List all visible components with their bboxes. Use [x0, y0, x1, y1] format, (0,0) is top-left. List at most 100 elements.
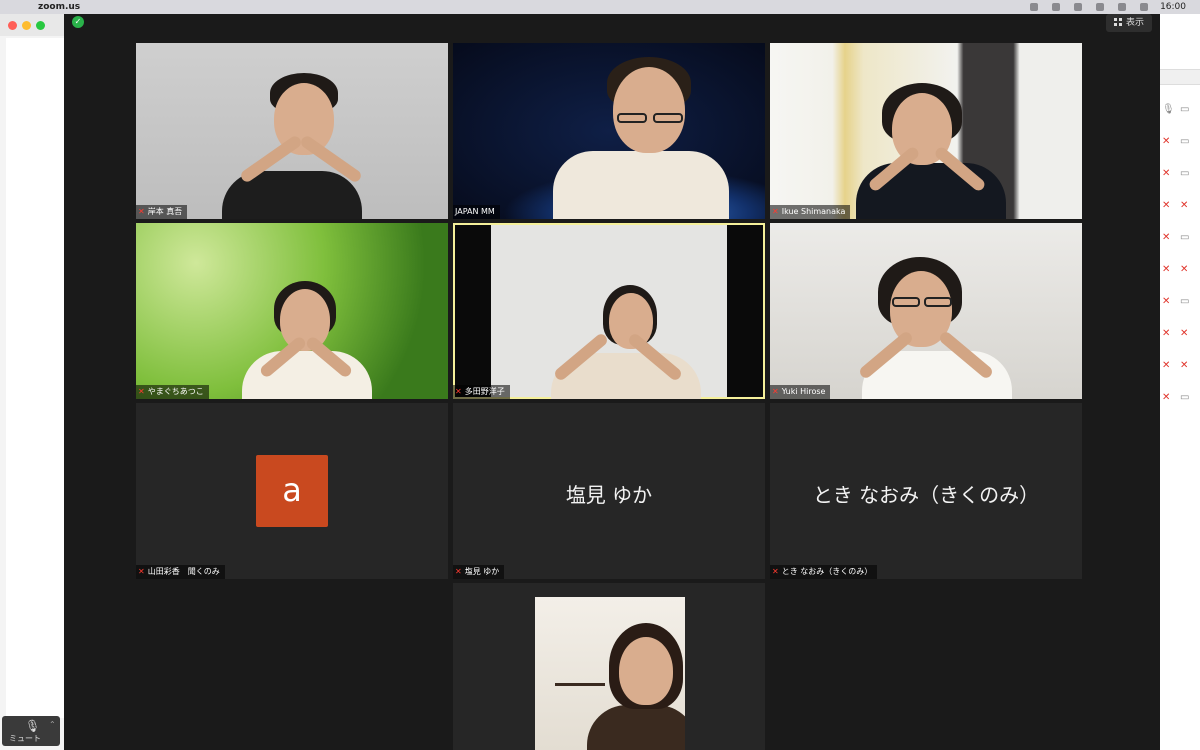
- mic-muted-icon: ✕: [455, 387, 462, 396]
- participant-name-tag: ✕ 岸本 真吾: [136, 205, 188, 219]
- security-shield-icon[interactable]: ✓: [72, 16, 84, 28]
- participant-name: 岸本 真吾: [147, 207, 183, 216]
- close-window-button[interactable]: [8, 21, 17, 30]
- camera-icon: ▭: [1180, 168, 1190, 179]
- name-only-tile[interactable]: とき なおみ（きくのみ） ✕ とき なおみ（きくのみ）: [770, 403, 1082, 579]
- view-button[interactable]: 表示: [1105, 14, 1152, 32]
- participant-video: [136, 43, 448, 219]
- camera-icon: ▭: [1180, 296, 1190, 307]
- mic-muted-icon: ✕: [138, 207, 145, 216]
- status-icon[interactable]: [1074, 3, 1082, 11]
- participant-name: 塩見 ゆか: [464, 567, 500, 576]
- name-only-tile[interactable]: 塩見 ゆか ✕ 塩見 ゆか: [453, 403, 765, 579]
- camera-icon: ▭: [1180, 104, 1190, 115]
- microphone-muted-icon: ✕: [1162, 232, 1171, 243]
- microphone-muted-icon: ✕: [1162, 200, 1171, 211]
- participant-row[interactable]: ✕ ▭: [1160, 292, 1200, 312]
- mic-muted-icon: ✕: [138, 567, 145, 576]
- participants-search-bar[interactable]: [1160, 69, 1200, 85]
- mic-muted-icon: ✕: [772, 567, 779, 576]
- status-icon[interactable]: [1118, 3, 1126, 11]
- grid-icon: [1113, 18, 1122, 26]
- participant-row[interactable]: ✕ ✕: [1160, 196, 1200, 216]
- participants-panel: 🎙 ▭ ✕ ▭ ✕ ▭ ✕ ✕ ✕ ▭ ✕ ✕ ✕ ▭ ✕ ✕ ✕ ✕ ✕ ▭: [1160, 14, 1200, 750]
- participant-row[interactable]: ✕ ✕: [1160, 356, 1200, 376]
- participant-name: JAPAN MM: [455, 207, 495, 216]
- microphone-muted-icon: ✕: [1162, 136, 1171, 147]
- display-name: 塩見 ゆか: [565, 483, 653, 507]
- video-tile[interactable]: ✕ やまぐちあつこ: [136, 223, 448, 399]
- participant-row[interactable]: ✕ ▭: [1160, 228, 1200, 248]
- participant-name-tag: JAPAN MM: [453, 205, 500, 219]
- side-panel: [6, 38, 65, 718]
- participant-name-tag: ✕ とき なおみ（きくのみ）: [770, 565, 878, 579]
- zoom-window-button[interactable]: [36, 21, 45, 30]
- participant-name: Ikue Shimanaka: [781, 207, 846, 216]
- minimize-window-button[interactable]: [22, 21, 31, 30]
- zoom-gallery-view: ✓ 表示 ✕ 岸本 真吾 JAPAN MM ✕ Ikue Shimanaka ✕…: [64, 14, 1160, 750]
- mic-muted-icon: ✕: [772, 387, 779, 396]
- participant-row[interactable]: ✕ ✕: [1160, 260, 1200, 280]
- mute-label: ミュート: [9, 734, 41, 743]
- video-tile[interactable]: ✕ Ikue Shimanaka: [770, 43, 1082, 219]
- mac-menu-bar: zoom.us 16:00: [0, 0, 1200, 14]
- status-icon[interactable]: [1030, 3, 1038, 11]
- mic-muted-icon: ✕: [138, 387, 145, 396]
- microphone-muted-icon: ✕: [1162, 360, 1171, 371]
- camera-off-icon: ✕: [1180, 264, 1189, 275]
- chevron-up-icon[interactable]: ⌃: [49, 720, 56, 729]
- menu-status-icons: [848, 3, 1148, 11]
- microphone-muted-icon: ✕: [1162, 392, 1171, 403]
- avatar-tile[interactable]: a ✕ 山田彩香 聞くのみ: [136, 403, 448, 579]
- participant-row[interactable]: ✕ ✕: [1160, 324, 1200, 344]
- microphone-muted-icon: ✕: [1162, 168, 1171, 179]
- status-icon[interactable]: [1140, 3, 1148, 11]
- camera-icon: ▭: [1180, 232, 1190, 243]
- microphone-muted-icon: ✕: [1162, 264, 1171, 275]
- participant-row[interactable]: 🎙 ▭: [1160, 100, 1200, 120]
- status-icon[interactable]: [1096, 3, 1104, 11]
- app-name[interactable]: zoom.us: [38, 0, 80, 14]
- participant-video: [770, 223, 1082, 399]
- camera-off-icon: ✕: [1180, 200, 1189, 211]
- participant-name-tag: ✕ やまぐちあつこ: [136, 385, 209, 399]
- participant-name: とき なおみ（きくのみ）: [781, 567, 873, 576]
- camera-off-icon: ✕: [1180, 360, 1189, 371]
- participant-video: [770, 43, 1082, 219]
- video-tile-active-speaker[interactable]: ✕ 多田野洋子: [453, 223, 765, 399]
- microphone-muted-icon: ✕: [1162, 296, 1171, 307]
- view-button-label: 表示: [1125, 18, 1144, 28]
- left-window: 🎙 ⌃ ミュート: [0, 14, 65, 750]
- microphone-icon: 🎙: [1162, 104, 1175, 115]
- video-tile[interactable]: JAPAN MM: [453, 43, 765, 219]
- participant-name: Yuki Hirose: [781, 387, 826, 396]
- video-tile[interactable]: ✕ Yuki Hirose: [770, 223, 1082, 399]
- participant-name: 山田彩香 聞くのみ: [147, 567, 220, 576]
- display-name: とき なおみ（きくのみ）: [812, 483, 1040, 507]
- video-tile[interactable]: ✕ 岸本 真吾: [136, 43, 448, 219]
- mic-muted-icon: ✕: [455, 567, 462, 576]
- participant-row[interactable]: ✕ ▭: [1160, 132, 1200, 152]
- profile-avatar: a: [256, 455, 328, 527]
- participant-name: やまぐちあつこ: [147, 387, 204, 396]
- status-icon[interactable]: [1052, 3, 1060, 11]
- participant-video: [453, 43, 765, 219]
- camera-icon: ▭: [1180, 392, 1190, 403]
- participant-row[interactable]: ✕ ▭: [1160, 388, 1200, 408]
- participant-video: [535, 597, 685, 750]
- menu-clock[interactable]: 16:00: [1160, 0, 1186, 14]
- participant-video: [453, 223, 765, 399]
- microphone-icon: 🎙: [25, 719, 41, 733]
- video-tile[interactable]: [453, 583, 765, 750]
- participant-row[interactable]: ✕ ▭: [1160, 164, 1200, 184]
- mic-muted-icon: ✕: [772, 207, 779, 216]
- participant-name-tag: ✕ 多田野洋子: [453, 385, 510, 399]
- participant-video: [136, 223, 448, 399]
- microphone-muted-icon: ✕: [1162, 328, 1171, 339]
- mute-button[interactable]: 🎙 ⌃ ミュート: [2, 716, 60, 746]
- camera-icon: ▭: [1180, 136, 1190, 147]
- window-titlebar: [0, 14, 64, 36]
- participant-name-tag: ✕ Yuki Hirose: [770, 385, 831, 399]
- camera-off-icon: ✕: [1180, 328, 1189, 339]
- participant-name-tag: ✕ Ikue Shimanaka: [770, 205, 851, 219]
